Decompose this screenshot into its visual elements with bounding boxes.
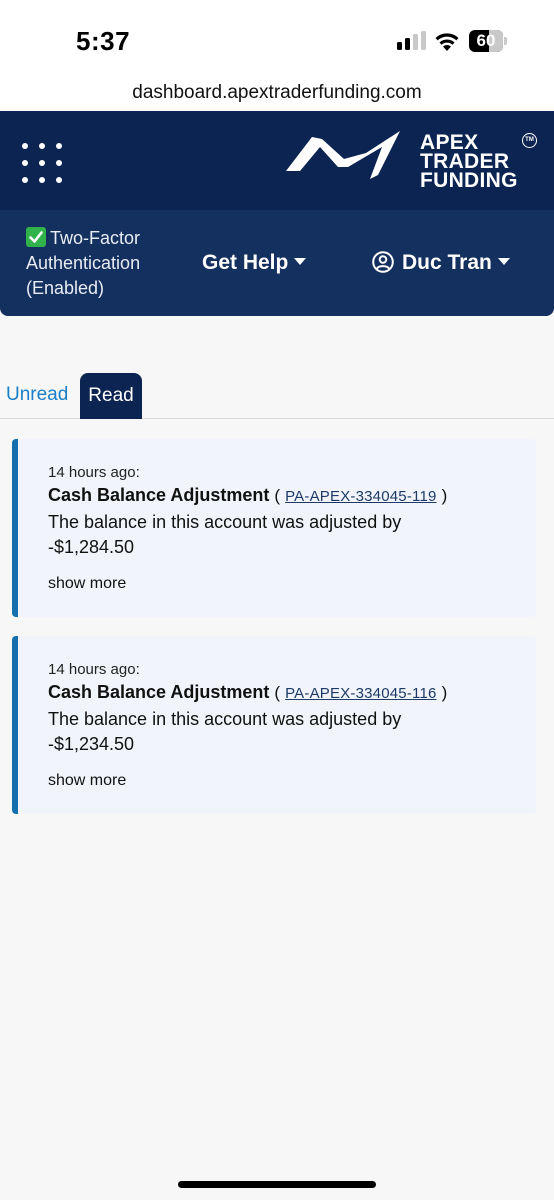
tab-read[interactable]: Read xyxy=(80,373,142,419)
status-time: 5:37 xyxy=(76,26,131,56)
paren-open: ( xyxy=(274,486,281,505)
caret-down-icon xyxy=(497,258,510,265)
battery-level: 60 xyxy=(476,31,496,50)
show-more-link[interactable]: show more xyxy=(48,772,126,790)
home-indicator[interactable] xyxy=(178,1181,376,1188)
battery-nub xyxy=(504,37,507,45)
logo-line-funding: FUNDING xyxy=(420,169,518,192)
user-circle-icon xyxy=(372,251,394,273)
trademark-badge: TM xyxy=(522,133,537,148)
sub-nav: Two-Factor Authentication (Enabled) Get … xyxy=(0,210,554,316)
notification-time: 14 hours ago: xyxy=(48,661,140,678)
paren-close: ) xyxy=(441,683,448,702)
tab-unread[interactable]: Unread xyxy=(6,384,68,406)
check-icon xyxy=(26,227,46,247)
notification-time: 14 hours ago: xyxy=(48,464,140,481)
notification-body: The balance in this account was adjusted… xyxy=(48,512,402,557)
get-help-label: Get Help xyxy=(202,251,289,274)
notification-title-text: Cash Balance Adjustment xyxy=(48,682,270,702)
account-link[interactable]: PA-APEX-334045-116 xyxy=(285,685,436,702)
address-bar[interactable]: dashboard.apextraderfunding.com xyxy=(0,74,554,111)
notification-title: Cash Balance Adjustment ( PA-APEX-334045… xyxy=(48,485,447,506)
cellular-signal-icon xyxy=(397,31,426,50)
notification-title-text: Cash Balance Adjustment xyxy=(48,485,270,505)
two-factor-status[interactable]: Two-Factor Authentication (Enabled) xyxy=(26,226,176,301)
paren-close: ) xyxy=(441,486,448,505)
notification-title: Cash Balance Adjustment ( PA-APEX-334045… xyxy=(48,682,447,703)
status-bar: 5:37 60 xyxy=(0,0,554,74)
caret-down-icon xyxy=(294,258,307,265)
notification-card: 14 hours ago: Cash Balance Adjustment ( … xyxy=(12,439,536,617)
apex-logo[interactable]: APEX TRADER FUNDING TM xyxy=(282,125,542,197)
notification-card: 14 hours ago: Cash Balance Adjustment ( … xyxy=(12,636,536,814)
apex-swoosh-icon xyxy=(286,131,400,179)
logo-text: APEX TRADER FUNDING xyxy=(420,132,518,192)
user-dropdown[interactable]: Duc Tran xyxy=(372,250,510,276)
show-more-link[interactable]: show more xyxy=(48,575,126,593)
battery-icon: 60 xyxy=(469,30,503,52)
wifi-icon xyxy=(435,33,459,51)
grid-menu-icon[interactable] xyxy=(22,143,62,183)
notification-body: The balance in this account was adjusted… xyxy=(48,709,402,754)
paren-open: ( xyxy=(274,683,281,702)
account-link[interactable]: PA-APEX-334045-119 xyxy=(285,488,436,505)
top-header: APEX TRADER FUNDING TM xyxy=(0,111,554,210)
user-name: Duc Tran xyxy=(402,251,492,274)
notification-tabs: Unread Read xyxy=(0,372,554,419)
get-help-dropdown[interactable]: Get Help xyxy=(202,250,307,276)
battery-indicator: 60 xyxy=(469,30,507,52)
